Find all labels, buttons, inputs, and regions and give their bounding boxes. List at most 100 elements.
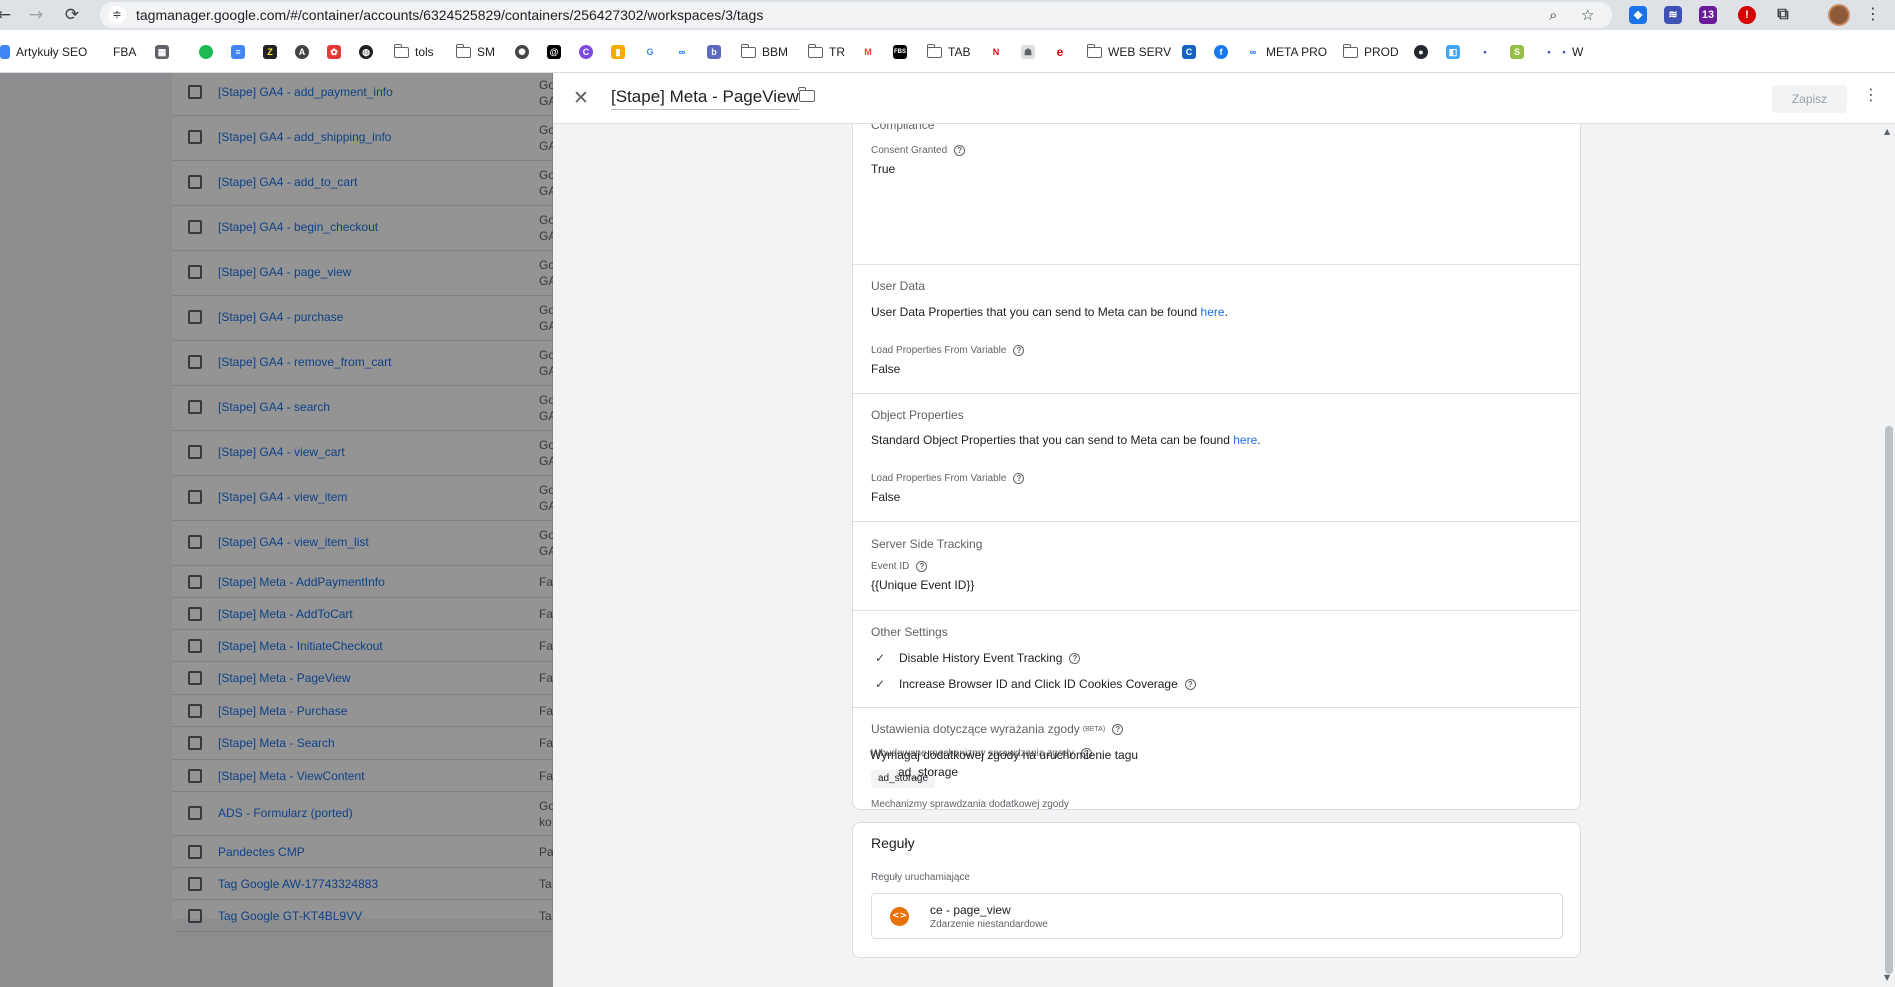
user-data-here-link[interactable]: here	[1201, 305, 1225, 319]
user-data-description: User Data Properties that you can send t…	[871, 305, 1228, 319]
extension-tag-icon[interactable]: ◆	[1629, 6, 1647, 24]
help-icon[interactable]: ?	[954, 145, 966, 156]
field-label: Load Properties From Variable	[871, 473, 1007, 484]
consent-settings-section-title: Ustawienia dotyczące wyrażania zgody (BET…	[871, 722, 1124, 736]
meta-icon: ∞	[1246, 45, 1260, 59]
blue-app-icon: ◧	[1446, 45, 1460, 59]
bookmark-z[interactable]: Z	[263, 44, 283, 60]
bookmark-canva[interactable]: C	[579, 44, 599, 60]
bookmark-e[interactable]: e	[1053, 44, 1073, 60]
bookmark-meta-pro[interactable]: ∞ META PRO	[1246, 44, 1327, 60]
modal-scrim[interactable]	[0, 73, 553, 987]
folder-icon	[455, 43, 471, 58]
help-icon[interactable]: ?	[1013, 345, 1025, 356]
setting-label: Increase Browser ID and Click ID Cookies…	[899, 677, 1178, 691]
bookmark-folder-bbm[interactable]: BBM	[740, 43, 788, 60]
forward-icon[interactable]: →	[26, 5, 46, 25]
folder-icon[interactable]	[798, 87, 815, 102]
bookmark-label: PROD	[1364, 45, 1399, 59]
scroll-down-icon[interactable]: ▼	[1884, 973, 1890, 982]
z-icon: Z	[263, 45, 277, 59]
bookmark-shopify[interactable]: S	[1510, 44, 1530, 60]
tag-configuration-card[interactable]: Compliance Consent Granted? True User Da…	[852, 124, 1581, 810]
zoom-icon[interactable]: ⌕	[1549, 6, 1557, 24]
divider	[853, 264, 1580, 265]
bookmark-folder-tols[interactable]: tols	[393, 43, 434, 60]
divider	[853, 610, 1580, 611]
url-text[interactable]: tagmanager.google.com/#/container/accoun…	[136, 7, 763, 23]
bookmark-robot[interactable]: ☗	[1021, 44, 1041, 60]
bookmark-analytics[interactable]: ▮	[611, 44, 631, 60]
robot-icon: ☗	[1021, 45, 1035, 59]
analytics-icon: ▮	[611, 45, 625, 59]
bookmark-b[interactable]: b	[707, 44, 727, 60]
bookmark-dot-2[interactable]: •	[1542, 44, 1562, 60]
help-icon[interactable]: ?	[1013, 473, 1025, 484]
bookmark-cx[interactable]: C	[1182, 44, 1202, 60]
bookmark-star-icon[interactable]: ☆	[1581, 6, 1594, 24]
folder-icon	[1342, 43, 1358, 58]
docs-icon: ≡	[231, 45, 245, 59]
help-icon[interactable]: ?	[916, 561, 928, 572]
b-icon: b	[707, 45, 721, 59]
close-icon[interactable]: ✕	[569, 86, 593, 110]
sheet-scrollbar[interactable]: ▲ ▼	[1883, 124, 1895, 987]
more-options-icon[interactable]: ⋮	[1863, 85, 1879, 104]
help-icon[interactable]: ?	[1112, 723, 1124, 735]
spotify-icon	[199, 45, 213, 59]
trigger-item[interactable]: <> ce - page_view Zdarzenie niestandardo…	[871, 893, 1563, 939]
bookmark-github[interactable]: ●	[1414, 44, 1434, 60]
scroll-up-icon[interactable]: ▲	[1884, 127, 1890, 136]
bookmark-dot[interactable]: •	[1478, 44, 1498, 60]
save-button[interactable]: Zapisz	[1772, 85, 1847, 113]
bookmark-folder-prod[interactable]: PROD	[1342, 43, 1399, 60]
divider	[853, 393, 1580, 394]
bookmark-folder-tab[interactable]: TAB	[926, 43, 970, 60]
bookmark-netflix[interactable]: N	[989, 44, 1009, 60]
help-icon[interactable]: ?	[1184, 678, 1196, 690]
bookmark-drop[interactable]: ◍	[359, 44, 379, 60]
bookmark-fba[interactable]: FBA	[113, 44, 136, 60]
tag-name-field[interactable]: [Stape] Meta - PageView	[611, 87, 799, 110]
extension-badge-icon[interactable]: 13	[1699, 6, 1717, 24]
cx-icon: C	[1182, 45, 1196, 59]
bookmark-artykuly[interactable]: Artykuły SEO	[0, 44, 87, 60]
bookmark-facebook[interactable]: f	[1214, 44, 1234, 60]
bookmark-threads[interactable]: @	[547, 44, 567, 60]
help-icon[interactable]: ?	[1069, 652, 1081, 664]
bookmark-a[interactable]: A	[295, 44, 315, 60]
browser-toolbar: ← → ⟳ ≑ tagmanager.google.com/#/containe…	[0, 0, 1895, 30]
bookmark-folder-sm[interactable]: SM	[455, 43, 495, 60]
bookmark-meta[interactable]: ∞	[675, 44, 695, 60]
site-info-icon[interactable]: ≑	[108, 6, 126, 24]
bookmark-fbs[interactable]: FBS	[893, 44, 913, 60]
address-bar[interactable]: ≑ tagmanager.google.com/#/container/acco…	[100, 2, 1612, 28]
google-icon: G	[643, 45, 657, 59]
bookmark-blue[interactable]: ◧	[1446, 44, 1466, 60]
bookmark-folder-web-serv[interactable]: WEB SERV	[1086, 43, 1171, 60]
bookmark-spotify[interactable]	[199, 44, 219, 60]
bookmark-docs[interactable]: ≡	[231, 44, 251, 60]
bookmark-folder-tr[interactable]: TR	[807, 43, 845, 60]
triggering-card[interactable]: Reguły Reguły uruchamiające <> ce - page…	[852, 822, 1581, 958]
bookmark-apps[interactable]: ▦	[155, 44, 175, 60]
bookmark-chatgpt[interactable]: ✺	[515, 44, 535, 60]
bookmark-leaf[interactable]: ✿	[327, 44, 347, 60]
extension-layers-icon[interactable]: ≋	[1664, 6, 1682, 24]
scroll-thumb[interactable]	[1885, 426, 1893, 974]
drop-icon: ◍	[359, 45, 373, 59]
back-icon[interactable]: ←	[0, 5, 14, 25]
event-id-value: {{Unique Event ID}}	[871, 578, 975, 592]
bookmark-google[interactable]: G	[643, 44, 663, 60]
extensions-puzzle-icon[interactable]: ⧉	[1774, 6, 1792, 24]
reload-icon[interactable]: ⟳	[62, 5, 82, 25]
bookmark-gmail[interactable]: M	[861, 44, 881, 60]
extension-adblock-icon[interactable]: !	[1738, 6, 1756, 24]
divider	[853, 707, 1580, 708]
browser-menu-icon[interactable]: ⋮	[1865, 4, 1881, 23]
bookmark-w[interactable]: • W	[1560, 44, 1583, 60]
profile-avatar[interactable]	[1828, 4, 1850, 26]
canva-icon: C	[579, 45, 593, 59]
user-data-load-value: False	[871, 362, 901, 376]
object-properties-here-link[interactable]: here	[1233, 433, 1257, 447]
